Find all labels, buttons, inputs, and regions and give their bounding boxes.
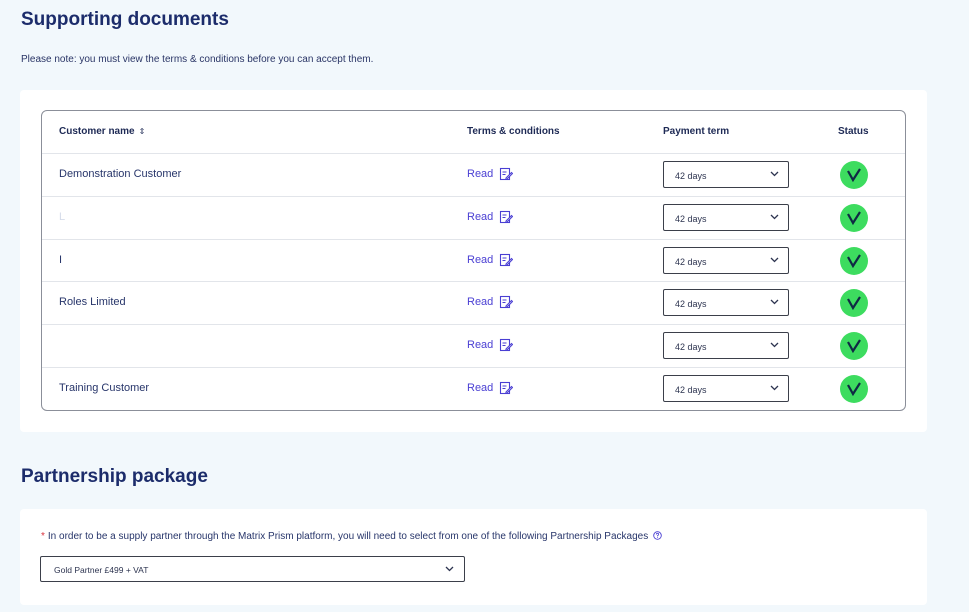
- edit-document-icon: [500, 381, 514, 395]
- partnership-package-value: Gold Partner £499 + VAT: [54, 565, 149, 575]
- read-label: Read: [467, 296, 494, 309]
- table-row: Read 42 days: [42, 325, 905, 368]
- column-customer-name[interactable]: Customer name ⇕: [59, 126, 145, 137]
- edit-document-icon: [500, 253, 514, 266]
- payment-term-value: 42 days: [675, 171, 707, 181]
- column-customer-name-label: Customer name: [59, 126, 135, 137]
- partnership-package-select[interactable]: Gold Partner £499 + VAT: [40, 556, 465, 582]
- partnership-package-text: In order to be a supply partner through …: [47, 531, 649, 542]
- customer-name: Demonstration Customer: [59, 168, 182, 180]
- required-marker: *: [41, 531, 45, 542]
- table-row: I Read 42 days: [42, 240, 905, 283]
- check-circle-icon: [840, 161, 868, 189]
- column-status: Status: [838, 126, 869, 137]
- table-header: Customer name ⇕ Terms & conditions Paymen…: [42, 111, 905, 154]
- read-label: Read: [467, 168, 494, 180]
- chevron-down-icon: [770, 342, 779, 348]
- read-label: Read: [467, 253, 494, 266]
- chevron-down-icon: [770, 299, 779, 305]
- table-row: Demonstration Customer Read 42 days: [42, 154, 905, 197]
- payment-term-value: 42 days: [675, 342, 707, 353]
- payment-term-value: 42 days: [675, 256, 707, 267]
- check-circle-icon: [840, 289, 868, 318]
- payment-term-select[interactable]: 42 days: [663, 246, 789, 274]
- read-terms-link[interactable]: Read: [467, 253, 514, 267]
- payment-term-value: 42 days: [675, 299, 707, 310]
- payment-term-select[interactable]: 42 days: [663, 332, 789, 360]
- read-terms-link[interactable]: Read: [467, 167, 514, 181]
- payment-term-select[interactable]: 42 days: [663, 289, 789, 317]
- chevron-down-icon: [770, 385, 779, 391]
- read-terms-link[interactable]: Read: [467, 381, 514, 395]
- chevron-down-icon: [770, 257, 779, 263]
- chevron-down-icon: [445, 566, 454, 572]
- chevron-down-icon: [770, 214, 779, 220]
- payment-term-select[interactable]: 42 days: [663, 374, 789, 402]
- customer-name: I: [59, 253, 63, 266]
- read-label: Read: [467, 381, 494, 394]
- edit-document-icon: [500, 210, 514, 223]
- check-circle-icon: [840, 203, 868, 232]
- customer-name: L: [59, 210, 66, 223]
- customer-name: Roles Limited: [59, 296, 126, 309]
- read-terms-link[interactable]: Read: [467, 295, 514, 309]
- chevron-down-icon: [770, 171, 779, 177]
- column-terms: Terms & conditions: [467, 126, 560, 137]
- terms-note: Please note: you must view the terms & c…: [21, 54, 374, 65]
- column-payment-term: Payment term: [663, 126, 730, 137]
- check-circle-icon: [840, 374, 868, 403]
- table-row: L Read 42 days: [42, 197, 905, 240]
- sort-icon[interactable]: ⇕: [139, 127, 146, 136]
- supporting-documents-card: Customer name ⇕ Terms & conditions Paymen…: [20, 90, 927, 432]
- edit-document-icon: [500, 296, 514, 309]
- edit-document-icon: [500, 339, 514, 352]
- payment-term-value: 42 days: [675, 213, 707, 224]
- table-row: Roles Limited Read 42 days: [42, 282, 905, 326]
- read-label: Read: [467, 210, 494, 223]
- partnership-package-label: * In order to be a supply partner through…: [41, 531, 662, 543]
- edit-document-icon: [500, 167, 514, 181]
- customers-table: Customer name ⇕ Terms & conditions Paymen…: [41, 110, 906, 411]
- partnership-package-card: * In order to be a supply partner through…: [20, 509, 927, 605]
- supporting-documents-title: Supporting documents: [21, 9, 229, 30]
- read-terms-link[interactable]: Read: [467, 338, 514, 352]
- check-circle-icon: [840, 246, 868, 275]
- payment-term-value: 42 days: [675, 384, 707, 395]
- check-circle-icon: [840, 332, 868, 361]
- help-circle-icon[interactable]: [653, 531, 662, 543]
- read-terms-link[interactable]: Read: [467, 210, 514, 224]
- read-label: Read: [467, 339, 494, 352]
- table-row: Training Customer Read 42 days: [42, 368, 905, 410]
- partnership-package-title: Partnership package: [21, 466, 208, 487]
- payment-term-select[interactable]: 42 days: [663, 203, 789, 231]
- payment-term-select[interactable]: 42 days: [663, 161, 789, 188]
- customer-name: Training Customer: [59, 381, 150, 394]
